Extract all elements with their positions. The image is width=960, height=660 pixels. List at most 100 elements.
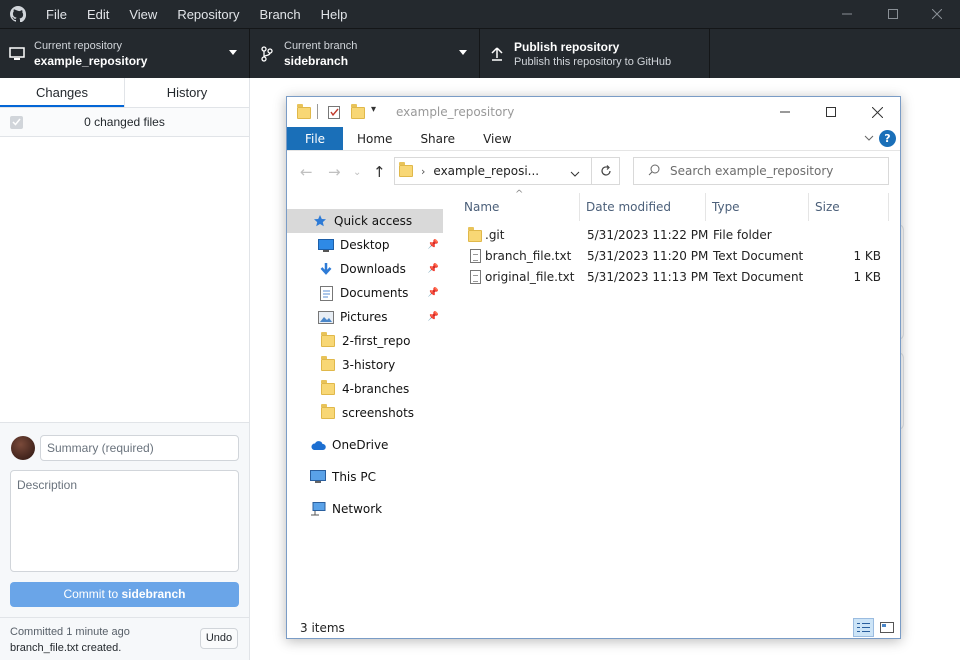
search-input[interactable]: Search example_repository: [633, 157, 889, 185]
description-input[interactable]: Description: [10, 470, 239, 572]
nav-item-downloads[interactable]: Downloads 📌: [287, 257, 443, 281]
close-icon[interactable]: [914, 0, 960, 28]
nav-label: 2-first_repo: [342, 334, 411, 348]
menu-file[interactable]: File: [36, 0, 77, 28]
back-arrow-icon[interactable]: ←: [300, 163, 313, 181]
pin-icon[interactable]: 📌: [428, 264, 439, 274]
toolbar: Current repository example_repository Cu…: [0, 28, 960, 79]
branch-icon: [250, 46, 284, 62]
pin-icon[interactable]: 📌: [428, 312, 439, 322]
menu-view[interactable]: View: [119, 0, 167, 28]
expand-ribbon-icon[interactable]: [864, 133, 874, 144]
minimize-icon[interactable]: [762, 97, 808, 127]
last-commit-message: branch_file.txt created.: [10, 642, 122, 654]
nav-label: screenshots: [342, 406, 415, 420]
file-date: 5/31/2023 11:13 PM: [587, 270, 709, 284]
close-icon[interactable]: [854, 97, 900, 127]
folder-icon: [320, 404, 336, 420]
address-bar-row: ← → ⌄ ↑ › example_reposi... Search examp…: [287, 155, 900, 187]
publish-repository-button[interactable]: Publish repository Publish this reposito…: [480, 29, 710, 79]
nav-item-documents[interactable]: Documents 📌: [287, 281, 443, 305]
column-header-date-modified[interactable]: Date modified: [579, 193, 705, 221]
up-arrow-icon[interactable]: ↑: [373, 163, 386, 181]
new-folder-icon[interactable]: [351, 104, 365, 119]
nav-item-3-history[interactable]: 3-history: [287, 353, 443, 377]
folder-icon: [468, 227, 482, 242]
nav-label: Quick access: [334, 214, 413, 228]
column-divider[interactable]: [888, 193, 889, 221]
maximize-icon[interactable]: [870, 0, 916, 28]
pin-icon[interactable]: 📌: [428, 240, 439, 250]
last-commit-time: Committed 1 minute ago: [10, 626, 130, 638]
ribbon-tab-home[interactable]: Home: [343, 127, 406, 150]
folder-icon: [320, 332, 336, 348]
file-explorer-window: ▾ example_repository File Home Share Vie…: [286, 96, 901, 639]
explorer-title: example_repository: [396, 105, 515, 119]
nav-item-quick-access[interactable]: Quick access: [287, 209, 443, 233]
column-header-name[interactable]: Name: [457, 193, 579, 221]
documents-icon: [318, 285, 334, 301]
undo-button[interactable]: Undo: [200, 628, 238, 649]
ribbon-tab-file[interactable]: File: [287, 127, 343, 150]
properties-icon[interactable]: [328, 106, 340, 119]
nav-item-desktop[interactable]: Desktop 📌: [287, 233, 443, 257]
file-row-original-file[interactable]: original_file.txt 5/31/2023 11:13 PM Tex…: [457, 267, 900, 288]
ribbon-tab-share[interactable]: Share: [406, 127, 469, 150]
nav-item-onedrive[interactable]: OneDrive: [287, 433, 443, 457]
repository-label: Current repository: [34, 40, 123, 52]
file-date: 5/31/2023 11:20 PM: [587, 249, 709, 263]
menu-branch[interactable]: Branch: [249, 0, 310, 28]
tab-history[interactable]: History: [124, 78, 249, 107]
repository-name: example_repository: [34, 54, 148, 68]
nav-item-4-branches[interactable]: 4-branches: [287, 377, 443, 401]
minimize-icon[interactable]: [824, 0, 870, 28]
large-icons-view-icon[interactable]: [876, 618, 897, 637]
explorer-title-bar: ▾ example_repository: [287, 97, 900, 127]
nav-item-this-pc[interactable]: This PC: [287, 465, 443, 489]
cloud-icon: [310, 438, 326, 452]
column-header-type[interactable]: Type: [705, 193, 808, 221]
help-icon[interactable]: ?: [879, 130, 896, 147]
nav-item-network[interactable]: Network: [287, 497, 443, 521]
status-bar: 3 items: [287, 616, 900, 638]
file-row-git[interactable]: .git 5/31/2023 11:22 PM File folder: [457, 225, 900, 246]
github-logo-icon: [0, 0, 36, 28]
commit-button[interactable]: Commit to sidebranch: [10, 582, 239, 607]
details-view-icon[interactable]: [853, 618, 874, 637]
forward-arrow-icon[interactable]: →: [328, 163, 341, 181]
nav-label: Pictures: [340, 310, 388, 324]
select-all-checkbox[interactable]: [10, 115, 23, 129]
monitor-icon: [0, 47, 34, 61]
folder-icon: [297, 104, 311, 119]
file-row-branch-file[interactable]: branch_file.txt 5/31/2023 11:20 PM Text …: [457, 246, 900, 267]
address-history-chevron-icon[interactable]: [570, 166, 580, 180]
menu-repository[interactable]: Repository: [167, 0, 249, 28]
search-icon: [648, 164, 660, 179]
computer-icon: [310, 470, 326, 484]
menu-help[interactable]: Help: [311, 0, 358, 28]
address-input[interactable]: › example_reposi...: [394, 157, 620, 185]
tab-changes[interactable]: Changes: [0, 78, 124, 107]
nav-label: Network: [332, 502, 383, 516]
address-path: example_reposi...: [433, 164, 540, 178]
quick-access-toolbar-chevron-icon[interactable]: ▾: [371, 104, 376, 115]
text-file-icon: [470, 270, 481, 284]
ribbon-tab-view[interactable]: View: [469, 127, 525, 150]
nav-item-2-first-repo[interactable]: 2-first_repo: [287, 329, 443, 353]
maximize-icon[interactable]: [808, 97, 854, 127]
current-repository-button[interactable]: Current repository example_repository: [0, 29, 250, 79]
recent-locations-chevron-icon[interactable]: ⌄: [353, 167, 361, 178]
refresh-icon[interactable]: [591, 157, 620, 185]
pin-icon[interactable]: 📌: [428, 288, 439, 298]
nav-item-pictures[interactable]: Pictures 📌: [287, 305, 443, 329]
branch-name: sidebranch: [284, 54, 349, 68]
nav-item-screenshots[interactable]: screenshots: [287, 401, 443, 425]
last-commit-panel: Committed 1 minute ago branch_file.txt c…: [0, 617, 249, 660]
column-header-size[interactable]: Size: [808, 193, 888, 221]
menu-edit[interactable]: Edit: [77, 0, 119, 28]
current-branch-button[interactable]: Current branch sidebranch: [250, 29, 480, 79]
text-file-icon: [470, 249, 481, 263]
summary-input[interactable]: Summary (required): [40, 435, 239, 461]
file-type: File folder: [713, 228, 772, 242]
nav-label: 3-history: [342, 358, 396, 372]
